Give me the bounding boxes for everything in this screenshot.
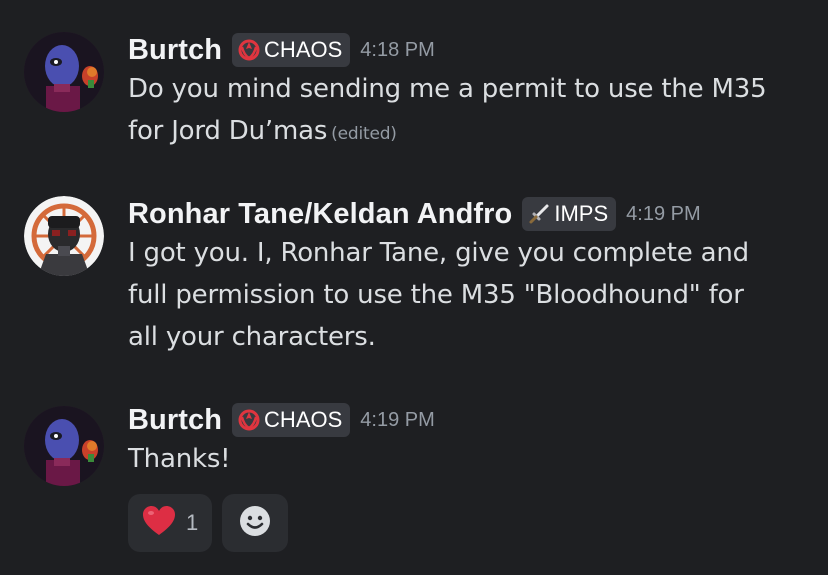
message-line: I got you. I, Ronhar Tane, give you comp… [128, 238, 749, 268]
timestamp: 4:19 PM [626, 202, 701, 225]
add-reaction-button[interactable] [222, 494, 289, 552]
message-header: Burtch CHAOS 4:18 PM [128, 32, 808, 68]
avatar[interactable] [24, 32, 104, 112]
rebel-alliance-icon [238, 409, 260, 431]
username[interactable]: Burtch [128, 404, 222, 437]
message-line: Do you mind sending me a permit to use t… [128, 74, 767, 104]
timestamp: 4:19 PM [360, 408, 435, 431]
message-line: Thanks! [128, 444, 231, 474]
username[interactable]: Ronhar Tane/Keldan Andfro [128, 198, 512, 231]
avatar-image [24, 406, 104, 486]
message-header: Ronhar Tane/Keldan Andfro IMPS 4:19 PM [128, 196, 808, 232]
avatar[interactable] [24, 196, 104, 276]
message-text: Thanks! [128, 438, 808, 480]
avatar-image [24, 196, 104, 276]
message-line: full permission to use the M35 "Bloodhou… [128, 280, 744, 310]
server-tag-label: CHAOS [264, 407, 343, 432]
message-text: Do you mind sending me a permit to use t… [128, 68, 808, 155]
message-text: I got you. I, Ronhar Tane, give you comp… [128, 232, 808, 358]
message-header: Burtch CHAOS 4:19 PM [128, 402, 808, 438]
server-tag-label: CHAOS [264, 37, 343, 62]
message-line: all your characters. [128, 322, 376, 352]
reaction-heart[interactable]: 1 [128, 494, 213, 552]
avatar[interactable] [24, 406, 104, 486]
server-tag[interactable]: CHAOS [232, 33, 351, 67]
server-tag-label: IMPS [554, 201, 609, 226]
reaction-count: 1 [186, 510, 199, 535]
server-tag[interactable]: IMPS [522, 197, 617, 231]
timestamp: 4:18 PM [360, 38, 435, 61]
message-line: for Jord Du’mas [128, 116, 328, 146]
reactions-bar: 1 [128, 494, 808, 552]
server-tag[interactable]: CHAOS [232, 403, 351, 437]
smiley-icon [239, 505, 271, 541]
rebel-alliance-icon [238, 39, 260, 61]
heart-icon [142, 505, 176, 541]
sword-icon [528, 203, 550, 225]
chat-log: Burtch CHAOS 4:18 PM Do you mind sending… [0, 0, 828, 575]
avatar-image [24, 32, 104, 112]
username[interactable]: Burtch [128, 34, 222, 67]
edited-label: (edited) [331, 124, 397, 144]
